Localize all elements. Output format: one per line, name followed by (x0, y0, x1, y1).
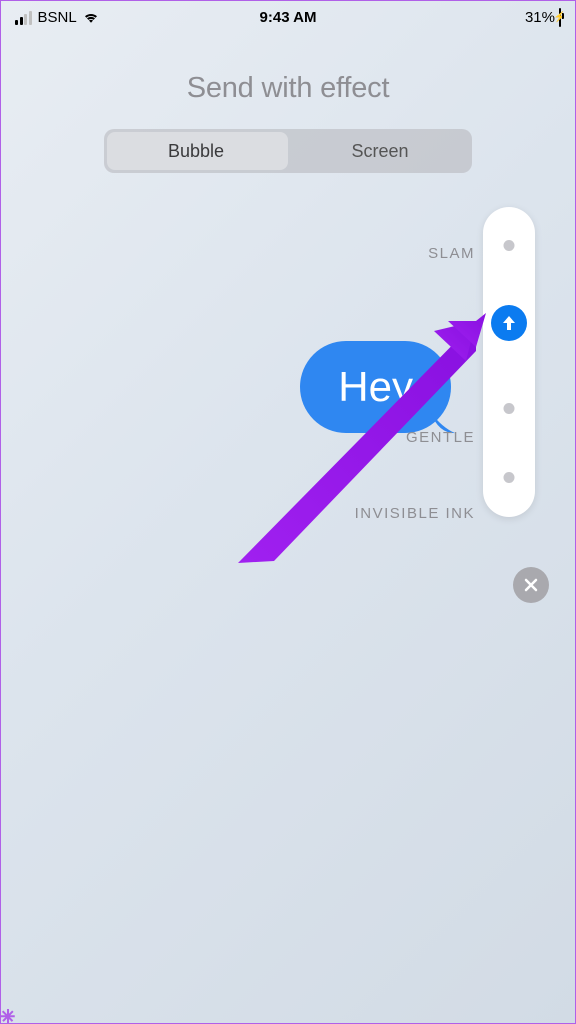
time-label: 9:43 AM (260, 9, 317, 26)
status-left: BSNL (15, 9, 99, 26)
page-title: Send with effect (1, 72, 575, 105)
wifi-icon (83, 11, 99, 25)
effect-label-invisible-ink: INVISIBLE INK (355, 505, 475, 522)
battery-icon: ⚡ (559, 9, 561, 26)
effects-area: SLAM Hey GENTLE INVISIBLE INK (65, 207, 545, 543)
close-icon (523, 577, 539, 593)
battery-percent: 31% (525, 9, 555, 26)
close-button[interactable] (513, 567, 549, 603)
cellular-signal-icon (15, 11, 32, 25)
effect-type-segmented[interactable]: Bubble Screen (104, 129, 472, 173)
effect-label-gentle: GENTLE (406, 429, 475, 446)
status-bar: BSNL 9:43 AM 31% ⚡ (1, 1, 575, 30)
carrier-label: BSNL (38, 9, 77, 26)
effect-label-slam: SLAM (428, 245, 475, 262)
tab-bubble[interactable]: Bubble (104, 129, 288, 173)
status-right: 31% ⚡ (525, 9, 561, 26)
tab-screen[interactable]: Screen (288, 129, 472, 173)
star-icon (3, 1011, 13, 1021)
